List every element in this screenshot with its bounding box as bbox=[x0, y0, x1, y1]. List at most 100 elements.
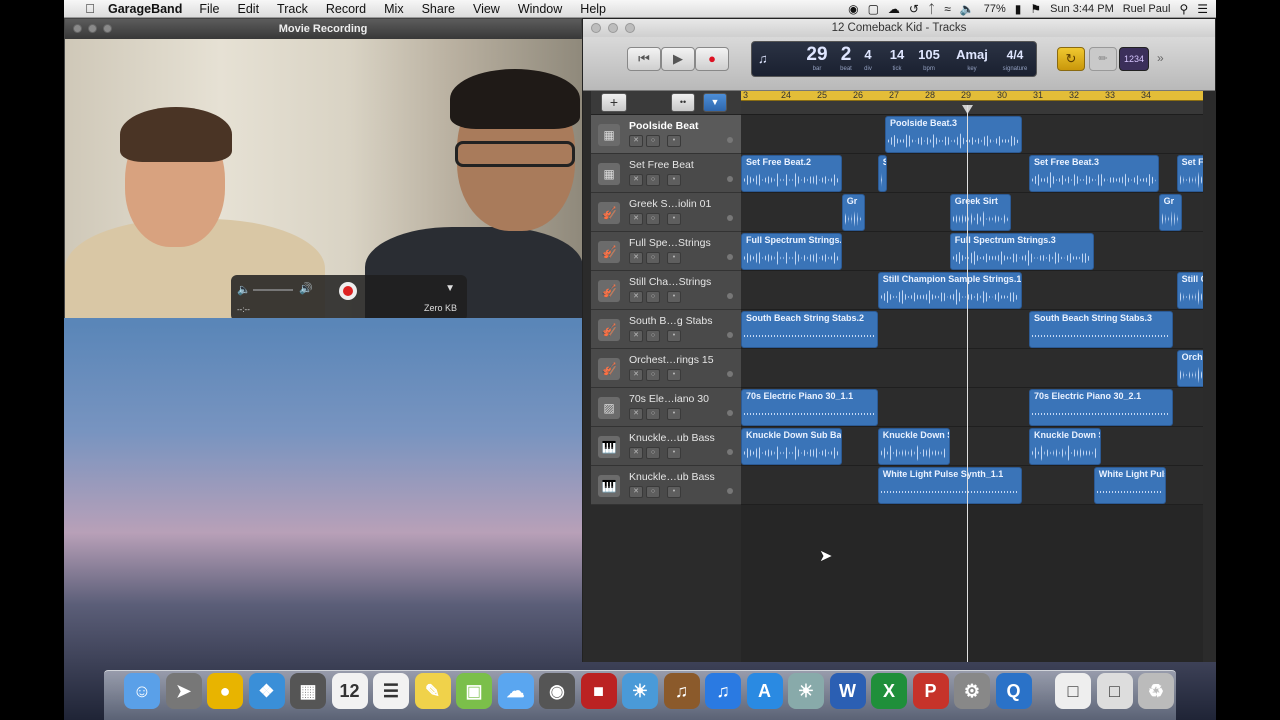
track-lane-6[interactable] bbox=[741, 349, 1203, 388]
record-enable-button[interactable]: • bbox=[667, 291, 681, 303]
add-track-button[interactable]: + bbox=[601, 93, 627, 112]
audio-region[interactable]: S bbox=[877, 155, 887, 192]
preview-icon[interactable]: ▣ bbox=[456, 673, 492, 709]
audio-region[interactable]: White Light Puls bbox=[1093, 467, 1166, 504]
calendar-icon[interactable]: 12 bbox=[331, 673, 368, 709]
track-header-7[interactable]: ▨ 70s Ele…iano 30 ✕ ○ • bbox=[591, 388, 741, 427]
mute-button[interactable]: ✕ bbox=[629, 330, 643, 342]
track-name[interactable]: Full Spe…Strings bbox=[629, 237, 711, 249]
notification-center-icon[interactable]: ☰ bbox=[1197, 2, 1208, 16]
audio-region[interactable]: Set Free bbox=[1176, 155, 1203, 192]
zoom-icon[interactable] bbox=[103, 24, 112, 33]
apps-icon[interactable]: ▦ bbox=[290, 673, 326, 709]
record-enable-button[interactable]: • bbox=[667, 369, 681, 381]
menu-edit[interactable]: Edit bbox=[238, 2, 260, 16]
mute-button[interactable]: ✕ bbox=[629, 174, 643, 186]
solo-button[interactable]: ○ bbox=[646, 486, 660, 498]
volume-knob-icon[interactable] bbox=[727, 410, 733, 416]
mute-button[interactable]: ✕ bbox=[629, 252, 643, 264]
audio-region[interactable]: Gr bbox=[1158, 194, 1182, 231]
chrome-icon[interactable]: ● bbox=[207, 673, 243, 709]
volume-knob-icon[interactable] bbox=[727, 449, 733, 455]
metronome-icon[interactable]: ♫ bbox=[758, 51, 768, 66]
gb-zoom-icon[interactable] bbox=[625, 23, 635, 33]
record-enable-button[interactable]: • bbox=[667, 408, 681, 420]
more-icon[interactable]: » bbox=[1157, 51, 1164, 65]
system-preferences-icon[interactable]: ⚙ bbox=[954, 673, 990, 709]
excel-icon[interactable]: X bbox=[871, 673, 907, 709]
lcd-display[interactable]: ♫ 29 bar 2 beat 4 div 14 tick 105 bpm Amaj key… bbox=[751, 41, 1037, 77]
photo-booth-icon[interactable]: ■ bbox=[580, 673, 617, 709]
track-name[interactable]: Greek S…iolin 01 bbox=[629, 198, 711, 210]
gb-minimize-icon[interactable] bbox=[608, 23, 618, 33]
audio-region[interactable]: Still Champion Sample Strings.1 bbox=[877, 272, 1022, 309]
volume-knob-icon[interactable] bbox=[727, 176, 733, 182]
playhead[interactable] bbox=[967, 105, 968, 662]
track-name[interactable]: Knuckle…ub Bass bbox=[629, 471, 715, 483]
audio-region[interactable]: South Beach String Stabs.3 bbox=[1029, 311, 1173, 348]
volume-icon[interactable]: 🔈 bbox=[960, 2, 975, 16]
volume-knob-icon[interactable] bbox=[727, 254, 733, 260]
audio-region[interactable]: Still Ch bbox=[1176, 272, 1203, 309]
solo-button[interactable]: ○ bbox=[646, 447, 660, 459]
folder-icon[interactable]: □ bbox=[1096, 673, 1133, 709]
volume-knob-icon[interactable] bbox=[727, 293, 733, 299]
menu-record[interactable]: Record bbox=[326, 2, 366, 16]
record-enable-button[interactable]: • bbox=[667, 135, 681, 147]
finder-icon[interactable]: ☺ bbox=[124, 673, 160, 709]
audio-region[interactable]: 70s Electric Piano 30_2.1 bbox=[1029, 389, 1173, 426]
close-icon[interactable] bbox=[73, 24, 82, 33]
audio-region[interactable]: Orche bbox=[1176, 350, 1203, 387]
menu-track[interactable]: Track bbox=[277, 2, 308, 16]
volume-slider[interactable] bbox=[253, 289, 293, 291]
audio-region[interactable]: Knuckle Down Sub Bass bbox=[741, 428, 842, 465]
solo-button[interactable]: ○ bbox=[646, 330, 660, 342]
track-header-6[interactable]: 🎻 Orchest…rings 15 ✕ ○ • bbox=[591, 349, 741, 388]
flag-icon[interactable]: ⚑ bbox=[1030, 2, 1041, 16]
gb-close-icon[interactable] bbox=[591, 23, 601, 33]
mute-button[interactable]: ✕ bbox=[629, 291, 643, 303]
audio-region[interactable]: Greek Sirt bbox=[949, 194, 1011, 231]
launchpad-icon[interactable]: ➤ bbox=[165, 673, 202, 709]
track-name[interactable]: Set Free Beat bbox=[629, 159, 694, 171]
audio-region[interactable]: Knuckle Down S bbox=[1029, 428, 1101, 465]
cloud-icon[interactable]: ☁ bbox=[888, 2, 900, 16]
record-enable-button[interactable]: • bbox=[667, 213, 681, 225]
spotlight-icon[interactable]: ⚲ bbox=[1179, 2, 1188, 16]
volume-knob-icon[interactable] bbox=[727, 137, 733, 143]
audio-region[interactable]: Full Spectrum Strings.3 bbox=[949, 233, 1094, 270]
automation-button[interactable]: •• bbox=[671, 93, 695, 112]
volume-knob-icon[interactable] bbox=[727, 332, 733, 338]
audio-region[interactable]: White Light Pulse Synth_1.1 bbox=[877, 467, 1022, 504]
audio-region[interactable]: Set Free Beat.3 bbox=[1029, 155, 1159, 192]
safari-icon[interactable]: ❖ bbox=[248, 673, 285, 709]
audio-region[interactable]: Knuckle Down S bbox=[877, 428, 950, 465]
track-header-5[interactable]: 🎻 South B…g Stabs ✕ ○ • bbox=[591, 310, 741, 349]
timeline-ruler[interactable] bbox=[741, 101, 1203, 115]
cycle-ruler[interactable]: 3 24 25 26 27 28 29 30 31 32 33 34 bbox=[741, 90, 1203, 101]
screen-icon[interactable]: ▢ bbox=[868, 2, 879, 16]
solo-button[interactable]: ○ bbox=[646, 174, 660, 186]
track-lanes[interactable]: Poolside Beat.3 Set Free Beat.2 S Set Free … bbox=[741, 115, 1203, 662]
audio-region[interactable]: Gr bbox=[841, 194, 866, 231]
solo-button[interactable]: ○ bbox=[646, 135, 660, 147]
solo-button[interactable]: ○ bbox=[646, 291, 660, 303]
options-dropdown-icon[interactable]: ▼ bbox=[445, 283, 455, 294]
stickies-icon[interactable]: ✎ bbox=[414, 673, 451, 709]
mute-button[interactable]: ✕ bbox=[629, 213, 643, 225]
track-header-2[interactable]: 🎻 Greek S…iolin 01 ✕ ○ • bbox=[591, 193, 741, 232]
track-header-8[interactable]: 🎹 Knuckle…ub Bass ✕ ○ • bbox=[591, 427, 741, 466]
audio-region[interactable]: 70s Electric Piano 30_1.1 bbox=[741, 389, 878, 426]
word-icon[interactable]: W bbox=[829, 673, 866, 709]
filter-button[interactable]: ▼ bbox=[703, 93, 727, 112]
iphoto-icon[interactable]: ☀ bbox=[622, 673, 658, 709]
garageband-icon[interactable]: ♫ bbox=[663, 673, 700, 709]
record-enable-button[interactable]: • bbox=[667, 447, 681, 459]
track-header-9[interactable]: 🎹 Knuckle…ub Bass ✕ ○ • bbox=[591, 466, 741, 505]
quicktime-icon[interactable]: Q bbox=[995, 673, 1032, 709]
audio-region[interactable]: Poolside Beat.3 bbox=[885, 116, 1022, 153]
record-enable-button[interactable]: • bbox=[667, 330, 681, 342]
mute-button[interactable]: ✕ bbox=[629, 486, 643, 498]
track-name[interactable]: Knuckle…ub Bass bbox=[629, 432, 715, 444]
minimize-icon[interactable] bbox=[88, 24, 97, 33]
